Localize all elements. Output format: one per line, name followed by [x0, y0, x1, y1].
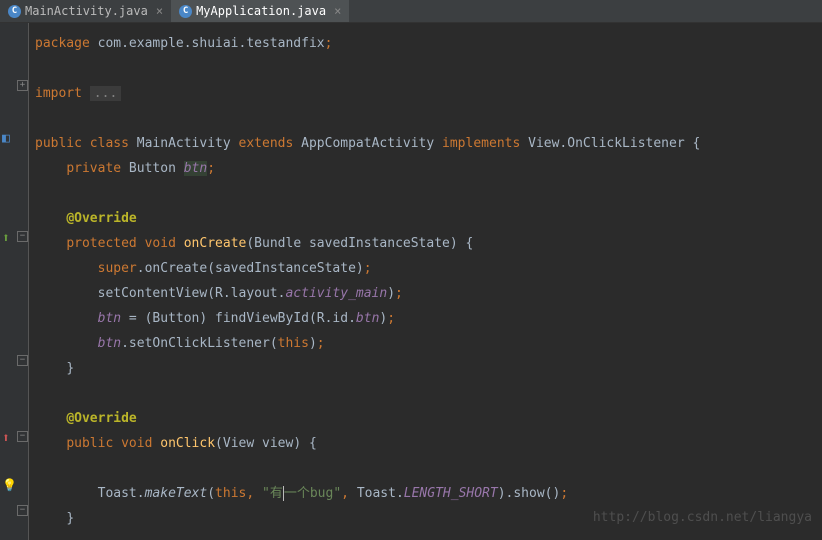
class-name: MainActivity — [137, 136, 239, 151]
close-icon[interactable]: × — [156, 4, 163, 18]
import-fold[interactable]: ... — [90, 86, 121, 101]
java-class-icon: C — [8, 5, 21, 18]
constant-lengthshort: LENGTH_SHORT — [404, 486, 498, 501]
fold-collapse-icon[interactable]: − — [17, 431, 28, 442]
method-maketext: makeText — [145, 486, 208, 501]
gutter-icons: ◧ ⬆ ⬆ 💡 — [0, 23, 17, 540]
fold-expand-icon[interactable]: + — [17, 80, 28, 91]
keyword-public: public — [66, 436, 121, 451]
override-red-icon[interactable]: ⬆ — [2, 431, 16, 445]
type-button: Button — [121, 161, 184, 176]
keyword-implements: implements — [442, 136, 528, 151]
tab-label: MainActivity.java — [25, 4, 148, 18]
interface-name: View.OnClickListener — [528, 136, 692, 151]
tab-myapplication[interactable]: C MyApplication.java × — [171, 0, 349, 22]
tab-label: MyApplication.java — [196, 4, 326, 18]
lightbulb-icon[interactable]: 💡 — [2, 478, 16, 492]
code-area[interactable]: package com.example.shuiai.testandfix; i… — [29, 23, 822, 540]
field-btn: btn — [184, 161, 207, 176]
tab-bar: C MainActivity.java × C MyApplication.ja… — [0, 0, 822, 23]
override-up-icon[interactable]: ⬆ — [2, 231, 16, 245]
resource-activitymain: activity_main — [285, 286, 387, 301]
call-setcontentview: setContentView(R.layout. — [98, 286, 286, 301]
watermark: http://blog.csdn.net/liangya — [593, 505, 812, 530]
keyword-void: void — [145, 236, 184, 251]
close-icon[interactable]: × — [334, 4, 341, 18]
keyword-import: import — [35, 86, 90, 101]
fold-collapse-icon[interactable]: − — [17, 231, 28, 242]
field-btn: btn — [98, 311, 121, 326]
java-class-icon: C — [179, 5, 192, 18]
method-oncreate: onCreate — [184, 236, 247, 251]
tab-mainactivity[interactable]: C MainActivity.java × — [0, 0, 171, 22]
keyword-private: private — [66, 161, 121, 176]
keyword-void: void — [121, 436, 160, 451]
text-caret — [283, 486, 284, 501]
gutter-fold: + − − − − — [17, 23, 29, 540]
method-onclick: onClick — [160, 436, 215, 451]
keyword-package: package — [35, 36, 90, 51]
keyword-public: public — [35, 136, 90, 151]
string-literal: "有一个bug" — [262, 486, 341, 501]
field-btn: btn — [98, 336, 121, 351]
fold-collapse-icon[interactable]: − — [17, 505, 28, 516]
keyword-this: this — [215, 486, 246, 501]
resource-btn: btn — [356, 311, 379, 326]
fold-collapse-icon[interactable]: − — [17, 355, 28, 366]
keyword-this: this — [278, 336, 309, 351]
annotation-override: @Override — [66, 211, 136, 226]
keyword-extends: extends — [239, 136, 302, 151]
annotation-override: @Override — [66, 411, 136, 426]
class-toast: Toast. — [98, 486, 145, 501]
keyword-class: class — [90, 136, 137, 151]
package-name: com.example.shuiai.testandfix — [90, 36, 325, 51]
implements-icon[interactable]: ◧ — [2, 131, 16, 145]
editor: ◧ ⬆ ⬆ 💡 + − − − − package com.example.sh… — [0, 23, 822, 540]
keyword-super: super — [98, 261, 137, 276]
keyword-protected: protected — [66, 236, 144, 251]
super-class: AppCompatActivity — [301, 136, 442, 151]
